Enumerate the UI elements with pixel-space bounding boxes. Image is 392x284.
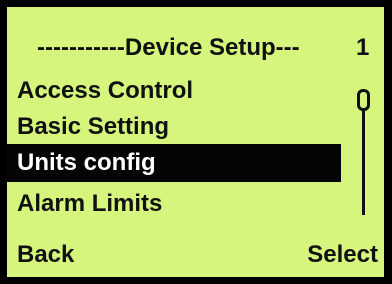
page-number: 1 [356, 34, 370, 61]
menu-item-access-control[interactable]: Access Control [7, 72, 341, 110]
back-softkey[interactable]: Back [17, 240, 74, 270]
scrollbar[interactable] [357, 89, 370, 217]
menu-item-units-config[interactable]: Units config [7, 144, 341, 182]
menu-item-basic-setting[interactable]: Basic Setting [7, 108, 341, 146]
scrollbar-track [362, 97, 365, 215]
device-display-bezel: -----------Device Setup--- 1 Access Cont… [0, 0, 392, 284]
select-softkey[interactable]: Select [307, 240, 378, 270]
menu-item-alarm-limits[interactable]: Alarm Limits [7, 185, 341, 223]
scrollbar-thumb[interactable] [357, 89, 370, 111]
screen-title: -----------Device Setup--- [37, 34, 300, 61]
lcd-screen: -----------Device Setup--- 1 Access Cont… [7, 7, 384, 277]
